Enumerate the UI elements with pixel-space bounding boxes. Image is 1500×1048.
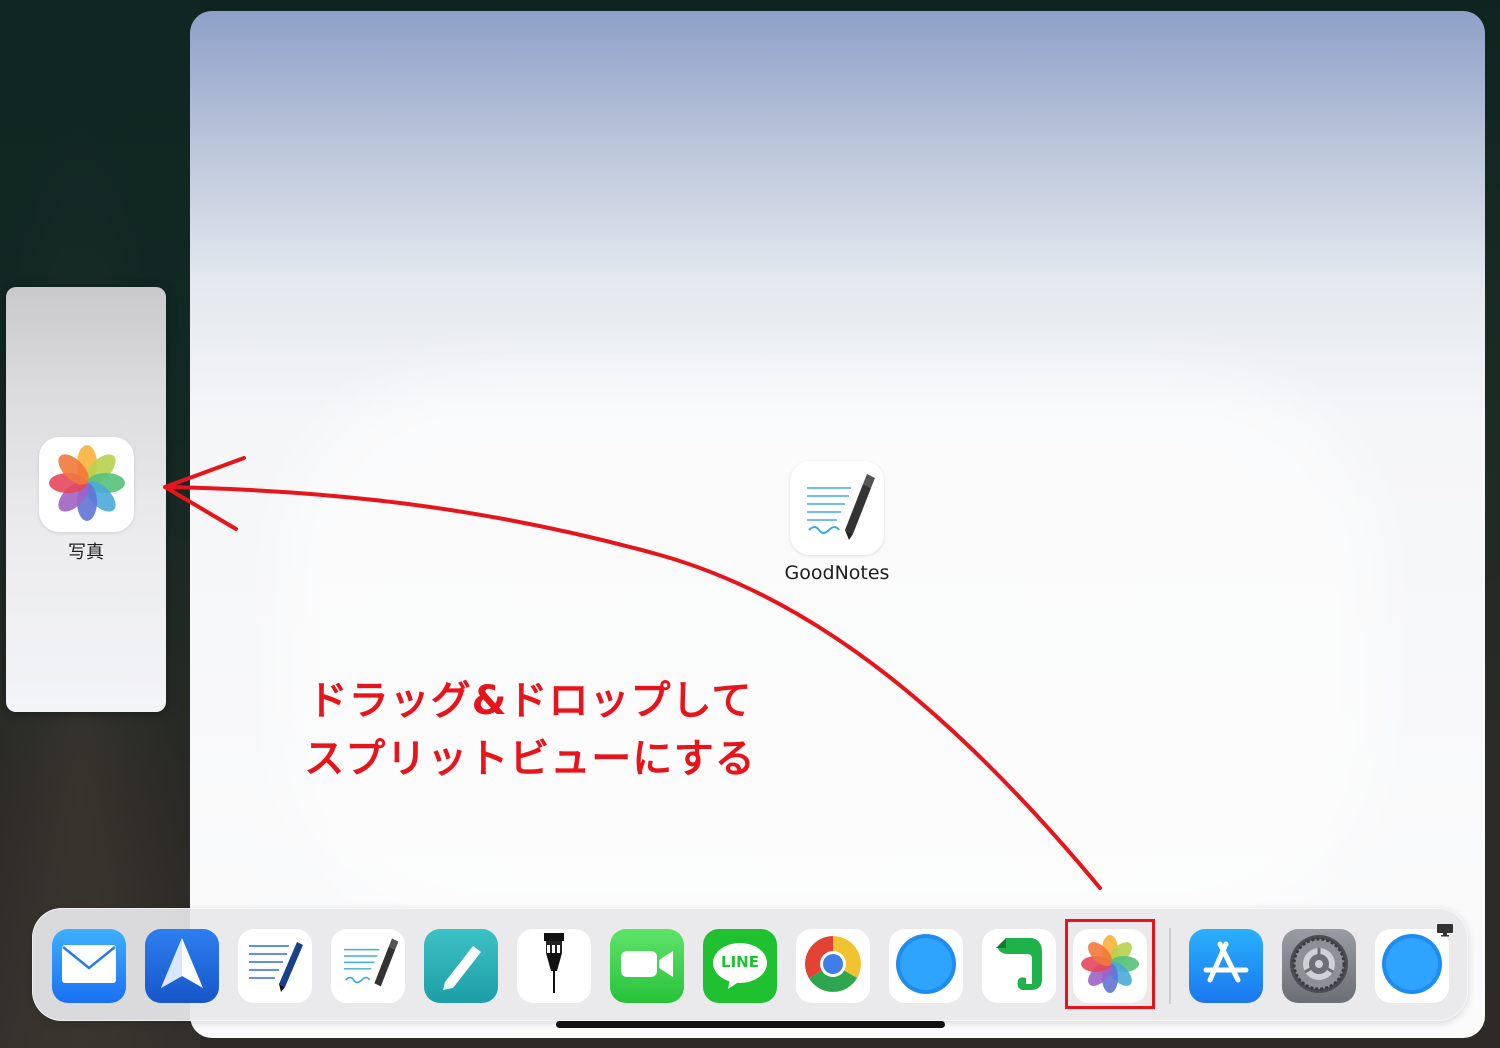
window-glow	[280, 371, 1380, 931]
dock-evernote[interactable]	[982, 929, 1056, 1003]
dock-facetime[interactable]	[610, 929, 684, 1003]
goodnotes-tile[interactable]	[790, 461, 884, 555]
annotation-line-1: ドラッグ&ドロップして	[307, 678, 753, 724]
notes-writer-icon	[243, 932, 307, 1000]
dock-line[interactable]: LINE	[703, 929, 777, 1003]
dock-notes-writer[interactable]	[238, 929, 312, 1003]
dock-mail[interactable]	[52, 929, 126, 1003]
photos-highlight-box	[1065, 919, 1155, 1009]
dock-settings[interactable]	[1282, 929, 1356, 1003]
mail-icon	[61, 944, 117, 988]
dock-pen-app[interactable]	[424, 929, 498, 1003]
annotation-line-2: スプリットビューにする	[304, 736, 756, 782]
safari-icon	[894, 932, 958, 1000]
safari-icon	[1380, 932, 1444, 1000]
slideover-app-label: 写真	[68, 542, 104, 563]
spark-icon	[157, 936, 207, 996]
goodnotes-label: GoodNotes	[784, 562, 890, 584]
slideover-photos-tile[interactable]	[39, 437, 134, 532]
app-store-icon	[1198, 936, 1254, 996]
display-icon	[1436, 922, 1454, 941]
facetime-icon	[619, 947, 675, 985]
dock-divider	[1169, 928, 1171, 1004]
dock-spark[interactable]	[145, 929, 219, 1003]
goodnotes-icon	[336, 932, 400, 1000]
pencil-icon	[539, 931, 569, 1001]
annotation-text: ドラッグ&ドロップして スプリットビューにする	[300, 672, 760, 788]
chrome-icon	[803, 934, 863, 998]
line-icon: LINE	[710, 941, 770, 991]
goodnotes-icon	[797, 466, 877, 550]
dock-safari[interactable]	[889, 929, 963, 1003]
dock-app-store[interactable]	[1189, 929, 1263, 1003]
evernote-icon	[992, 934, 1046, 998]
pen-icon	[435, 938, 487, 994]
dock-chrome[interactable]	[796, 929, 870, 1003]
dock-pencil-app[interactable]	[517, 929, 591, 1003]
dock-goodnotes[interactable]	[331, 929, 405, 1003]
settings-icon	[1286, 931, 1352, 1001]
photos-icon	[44, 440, 130, 530]
home-indicator[interactable]	[556, 1021, 945, 1028]
line-icon-text: LINE	[721, 953, 759, 971]
